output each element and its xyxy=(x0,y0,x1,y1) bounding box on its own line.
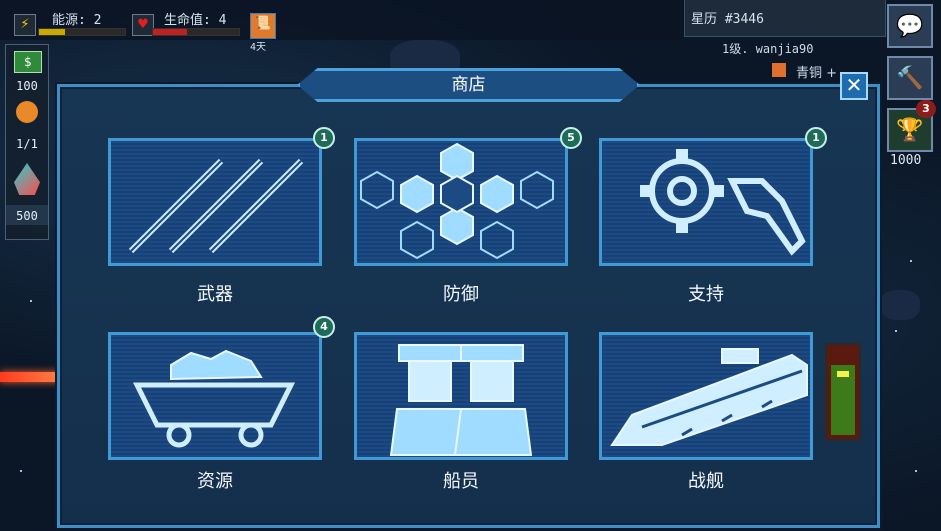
trophy-icon: 🏆 xyxy=(896,117,924,143)
category-label: 武器 xyxy=(197,284,233,305)
asteroid xyxy=(880,290,920,320)
category-badge: 5 xyxy=(560,127,582,149)
close-button[interactable]: ✕ xyxy=(840,72,868,100)
battleship-icon xyxy=(610,348,808,446)
gear-wrench-icon xyxy=(640,149,806,256)
category-label: 支持 xyxy=(688,284,724,305)
heart-icon: ♥ xyxy=(132,14,154,36)
category-crew-tile[interactable] xyxy=(354,332,568,460)
player-level: 1级. wanjia90 xyxy=(722,42,814,56)
category-label: 防御 xyxy=(443,284,479,305)
category-label: 资源 xyxy=(197,471,233,492)
ore-cart-icon xyxy=(132,349,296,448)
energy-icon: ⚡ xyxy=(14,14,36,36)
shop-title: 商店 xyxy=(451,75,486,95)
category-support-tile[interactable] xyxy=(599,138,813,266)
status-hud: ⚡ 能源: 2 ♥ 生命值: 4 📜 4天 xyxy=(0,0,680,53)
category-badge: 1 xyxy=(313,127,335,149)
battery-indicator xyxy=(837,371,849,377)
crew-count: 1/1 xyxy=(16,137,38,151)
star-calendar-label: 星历 #3446 xyxy=(691,12,764,27)
category-weapons-tile[interactable] xyxy=(108,138,322,266)
category-label: 战舰 xyxy=(688,471,724,492)
energy-bar xyxy=(38,28,126,36)
day-counter-icon[interactable]: 📜 xyxy=(250,13,276,39)
hp-bar-fill xyxy=(153,29,188,35)
hp-label: 生命值: 4 xyxy=(164,13,227,28)
chat-icon: 💬 xyxy=(896,13,924,39)
close-icon: ✕ xyxy=(845,73,863,97)
cash-icon: $ xyxy=(14,51,42,73)
hammer-icon: 🔨 xyxy=(896,65,924,91)
category-badge: 1 xyxy=(805,127,827,149)
category-battleship-tile[interactable] xyxy=(599,332,813,460)
resource-sidebar: $ 100 1/1 500 xyxy=(5,44,49,240)
copper-label: 青铜 + xyxy=(796,66,838,81)
cash-value: 100 xyxy=(16,79,38,93)
hp-bar xyxy=(152,28,240,36)
star-calendar: 星历 #3446 xyxy=(684,0,886,37)
category-resources-tile[interactable] xyxy=(108,332,322,460)
weapons-icon xyxy=(128,158,304,254)
build-button[interactable]: 🔨 xyxy=(887,56,933,100)
copper-icon xyxy=(772,63,786,77)
days-label: 4天 xyxy=(250,42,267,53)
crystal-value: 500 xyxy=(16,209,38,223)
trophy-badge: 3 xyxy=(916,100,936,118)
crew-face-icon xyxy=(16,101,38,123)
crystal-icon xyxy=(14,163,40,195)
defense-hex-icon xyxy=(360,142,554,260)
energy-label: 能源: 2 xyxy=(52,13,102,28)
trophy-count: 1000 xyxy=(890,153,922,168)
shop-title-bar: 商店 xyxy=(297,68,640,102)
chat-button[interactable]: 💬 xyxy=(887,4,933,48)
crew-icon xyxy=(389,344,533,456)
energy-battery-gauge xyxy=(825,343,861,441)
category-defense-tile[interactable] xyxy=(354,138,568,266)
category-badge: 4 xyxy=(313,316,335,338)
category-label: 船员 xyxy=(443,471,479,492)
energy-bar-fill xyxy=(39,29,65,35)
